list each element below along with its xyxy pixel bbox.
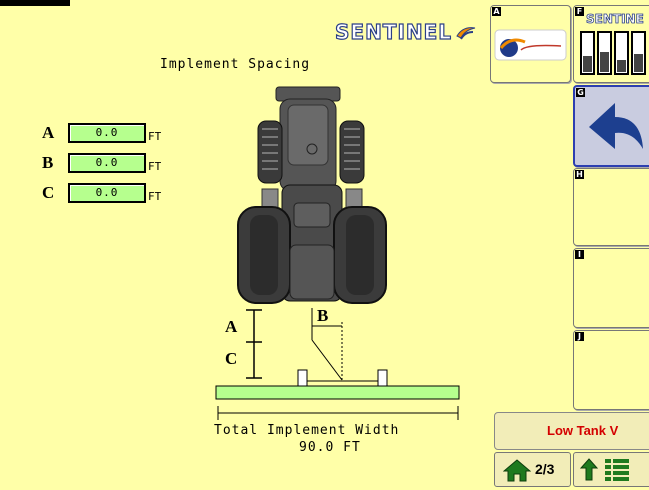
page-indicator: 2/3 [535,461,555,477]
softkey-i-letter: I [575,250,584,259]
home-icon [503,459,531,482]
diagram-label-b: B [317,306,328,325]
back-arrow-icon [589,103,643,149]
softkey-h-letter: H [575,170,584,179]
softkey-a-letter: A [492,7,501,16]
low-tank-alarm[interactable]: Low Tank V [494,412,649,450]
softkey-a-surefire[interactable]: A [490,5,571,83]
total-width-value: 90.0 FT [299,440,361,455]
home-page-button[interactable]: 2/3 [494,452,571,487]
menu-button[interactable] [573,452,649,487]
softkey-f-letter: F [575,7,584,16]
surefire-logo-icon [494,29,567,61]
softkey-j[interactable]: J [573,330,649,410]
diagram-label-a: A [225,317,238,336]
diagram-label-c: C [225,349,237,368]
softkey-f-sentinel[interactable]: F SENTINE [573,5,649,83]
total-width-label: Total Implement Width [214,423,400,438]
softkey-j-letter: J [575,332,584,341]
up-menu-icon [579,458,629,481]
softkey-g-letter: G [576,88,585,97]
softkey-g-back[interactable]: G [573,85,649,167]
softkey-h[interactable]: H [573,168,649,246]
softkey-f-label: SENTINE [586,12,645,27]
softkey-i[interactable]: I [573,248,649,328]
